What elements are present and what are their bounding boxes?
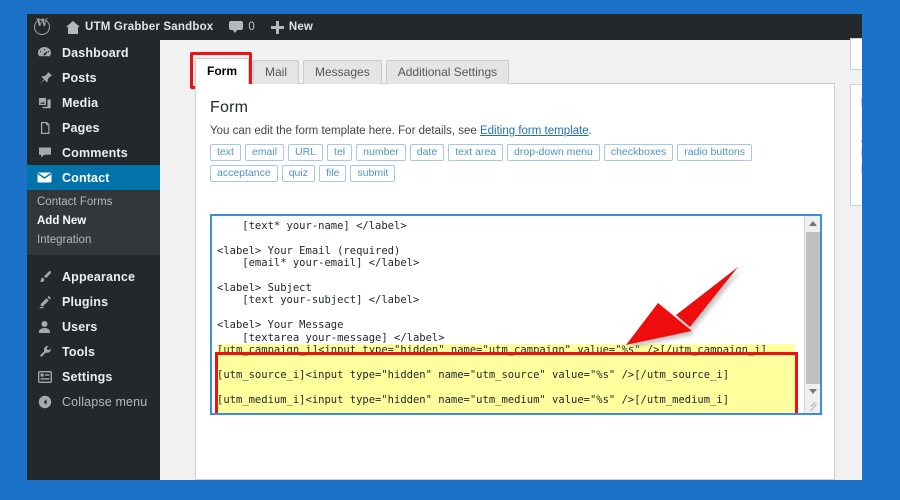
admin-sidebar-menu: Dashboard Posts Media Pages Comments Con… [27,40,168,480]
sidebar-item-integration[interactable]: Integration [27,231,160,250]
admin-content-area: Form Mail Messages Additional Settings F… [160,38,862,480]
sidebar-item-posts[interactable]: Posts [27,65,160,90]
form-template-code[interactable]: [text* your-name] </label> <label> Your … [212,216,800,413]
comments-menu[interactable]: 0 [221,14,262,40]
envelope-icon [36,170,53,185]
tab-mail[interactable]: Mail [253,60,300,84]
pages-icon [36,120,53,135]
site-name-menu[interactable]: UTM Grabber Sandbox [58,14,221,40]
wp-admin-bar: UTM Grabber Sandbox 0 New [27,14,862,40]
sidebar-item-label: Pages [62,120,100,135]
sidebar-item-contact[interactable]: Contact [27,165,168,190]
sidebar-item-label: Posts [62,70,97,85]
sidebar-item-appearance[interactable]: Appearance [27,264,160,289]
sidebar-item-plugins[interactable]: Plugins [27,289,160,314]
sidebar-item-label: Dashboard [62,45,129,60]
menu-separator [27,255,160,264]
comments-count: 0 [248,21,255,33]
scrollbar-thumb[interactable] [806,232,820,384]
form-tag-button-row: text email URL tel number date text area drop-d… [210,144,822,186]
textarea-scrollbar[interactable] [804,216,820,413]
sidebar-item-label: Collapse menu [62,394,148,409]
sidebar-item-collapse-menu[interactable]: Collapse menu [27,389,160,414]
panel-description: You can edit the form template here. For… [210,125,834,137]
help-panel-body: Here are some available options to help … [861,119,862,175]
sidebar-item-label: Media [62,95,99,110]
sidebar-item-label: Tools [62,344,96,359]
comment-bubble-icon [229,21,244,33]
wordpress-logo-icon [34,18,50,35]
form-editor-tabs: Form Mail Messages Additional Settings [195,58,510,84]
sidebar-item-label: Contact [62,170,110,185]
sidebar-item-tools[interactable]: Tools [27,339,160,364]
scroll-down-arrow-icon[interactable] [805,384,820,399]
resize-grip-icon[interactable] [806,399,819,412]
tag-button-drop-down-menu[interactable]: drop-down menu [507,144,600,161]
page-title: Form [210,99,249,116]
tag-button-date[interactable]: date [409,144,445,161]
side-panel-stub [850,38,862,70]
sidebar-item-settings[interactable]: Settings [27,364,160,389]
tag-button-text-area[interactable]: text area [448,144,504,161]
site-title: UTM Grabber Sandbox [85,21,214,33]
tag-button-quiz[interactable]: quiz [281,165,315,182]
browser-viewport: UTM Grabber Sandbox 0 New Dashboard Post… [27,14,862,480]
tag-button-email[interactable]: email [244,144,285,161]
sidebar-item-add-new[interactable]: Add New [27,212,160,231]
sidebar-item-label: Comments [62,145,128,160]
tag-button-radio-buttons[interactable]: radio buttons [677,144,753,161]
tag-button-acceptance[interactable]: acceptance [210,165,278,182]
user-icon [36,319,53,334]
sidebar-item-comments[interactable]: Comments [27,140,160,165]
tag-button-tel[interactable]: tel [327,144,353,161]
dashboard-icon [36,45,53,60]
sidebar-item-label: Settings [62,369,113,384]
sidebar-item-pages[interactable]: Pages [27,115,160,140]
sidebar-item-users[interactable]: Users [27,314,160,339]
editing-form-template-link[interactable]: Editing form template [480,125,589,137]
tag-button-url[interactable]: URL [288,144,324,161]
pin-icon [36,70,53,85]
sidebar-item-media[interactable]: Media [27,90,160,115]
contact-submenu: Contact Forms Add New Integration [27,190,160,255]
collapse-arrow-icon [36,394,53,409]
tag-button-file[interactable]: file [318,165,347,182]
panel-description-suffix: . [588,125,592,137]
tag-button-checkboxes[interactable]: checkboxes [603,144,674,161]
media-icon [36,95,53,110]
wrench-icon [36,344,53,359]
comment-bubble-icon [36,145,53,160]
home-icon [66,20,80,34]
new-content-menu[interactable]: New [263,14,321,40]
code-lines-before: [text* your-name] </label> <label> Your … [217,220,445,344]
paintbrush-icon [36,269,53,284]
code-lines-utm-highlighted: [utm_campaign_i]<input type="hidden" nam… [217,344,795,413]
tag-button-number[interactable]: number [356,144,406,161]
tab-messages[interactable]: Messages [303,60,382,84]
form-panel: Form You can edit the form template here… [195,84,835,480]
tag-button-submit[interactable]: submit [350,165,396,182]
form-template-textarea[interactable]: [text* your-name] </label> <label> Your … [210,214,822,415]
sidebar-item-label: Users [62,319,98,334]
wp-logo-menu[interactable] [27,14,58,40]
help-panel-title: Do you need help? [861,97,862,109]
help-panel: Do you need help? Here are some availabl… [850,84,862,206]
plug-icon [36,294,53,309]
tab-additional-settings[interactable]: Additional Settings [385,60,510,84]
settings-sliders-icon [36,369,53,384]
plus-icon [270,20,284,34]
panel-description-text: You can edit the form template here. For… [210,125,480,137]
sidebar-item-label: Appearance [62,269,136,284]
new-label: New [288,21,314,33]
sidebar-item-dashboard[interactable]: Dashboard [27,40,160,65]
scroll-up-arrow-icon[interactable] [805,216,820,231]
tag-button-text[interactable]: text [210,144,241,161]
sidebar-item-contact-forms[interactable]: Contact Forms [27,193,160,212]
tab-form[interactable]: Form [195,58,249,84]
sidebar-item-label: Plugins [62,294,109,309]
